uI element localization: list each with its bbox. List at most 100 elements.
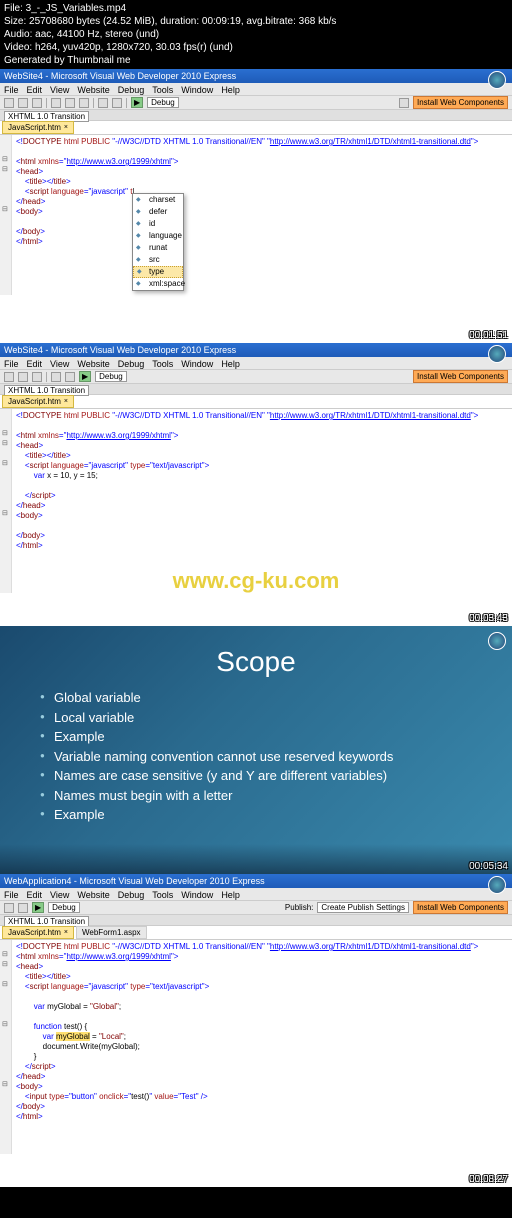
ide-toolbar: ▶ Debug Install Web Components <box>0 370 512 384</box>
menu-debug[interactable]: Debug <box>118 359 145 367</box>
doctype-bar: XHTML 1.0 Transition <box>0 915 512 926</box>
undo-icon[interactable] <box>98 98 108 108</box>
menu-help[interactable]: Help <box>221 85 240 93</box>
menu-debug[interactable]: Debug <box>118 85 145 93</box>
intellisense-item-selected[interactable]: type <box>133 266 183 278</box>
user-avatar-icon <box>488 345 506 363</box>
slide-bullet: Global variable <box>40 688 502 708</box>
save-icon[interactable] <box>18 903 28 913</box>
file-tab-active[interactable]: JavaScript.htm × <box>2 121 74 134</box>
intellisense-item[interactable]: xml:space <box>133 278 183 290</box>
menu-edit[interactable]: Edit <box>27 890 43 898</box>
menu-tools[interactable]: Tools <box>152 890 173 898</box>
run-button[interactable]: ▶ <box>131 97 143 108</box>
install-components-button[interactable]: Install Web Components <box>413 370 508 383</box>
file-tabs: JavaScript.htm × <box>0 395 512 409</box>
intellisense-popup[interactable]: charset defer id language runat src type… <box>132 193 184 291</box>
slide-title: Scope <box>10 646 502 678</box>
new-file-icon[interactable] <box>4 903 14 913</box>
paste-icon[interactable] <box>79 98 89 108</box>
file-tab-inactive[interactable]: WebForm1.aspx <box>76 926 147 939</box>
slide-bullet: Variable naming convention cannot use re… <box>40 747 502 767</box>
run-button[interactable]: ▶ <box>32 902 44 913</box>
ide-menubar: File Edit View Website Debug Tools Windo… <box>0 83 512 96</box>
config-dropdown[interactable]: Debug <box>95 371 127 382</box>
tab-close-icon[interactable]: × <box>64 124 68 131</box>
ide-thumbnail-1: WebSite4 - Microsoft Visual Web Develope… <box>0 69 512 343</box>
tab-close-icon[interactable]: × <box>64 929 68 936</box>
code-editor[interactable]: <!DOCTYPE html PUBLIC "-//W3C//DTD XHTML… <box>0 940 512 1154</box>
menu-edit[interactable]: Edit <box>27 85 43 93</box>
ide-title-text: WebApplication4 - Microsoft Visual Web D… <box>4 876 265 886</box>
menu-website[interactable]: Website <box>77 85 109 93</box>
ide-thumbnail-2: WebSite4 - Microsoft Visual Web Develope… <box>0 343 512 626</box>
menu-file[interactable]: File <box>4 85 19 93</box>
menu-view[interactable]: View <box>50 359 69 367</box>
cut-icon[interactable] <box>51 98 61 108</box>
meta-size: Size: 25708680 bytes (24.52 MiB), durati… <box>4 15 508 28</box>
menu-website[interactable]: Website <box>77 890 109 898</box>
menu-window[interactable]: Window <box>181 890 213 898</box>
code-content[interactable]: <!DOCTYPE html PUBLIC "-//W3C//DTD XHTML… <box>12 409 512 593</box>
ide-titlebar: WebApplication4 - Microsoft Visual Web D… <box>0 874 512 888</box>
ide-menubar: File Edit View Website Debug Tools Windo… <box>0 357 512 370</box>
open-icon[interactable] <box>18 372 28 382</box>
menu-tools[interactable]: Tools <box>152 359 173 367</box>
doctype-bar: XHTML 1.0 Transition <box>0 110 512 121</box>
tab-close-icon[interactable]: × <box>64 398 68 405</box>
slide-bullet: Example <box>40 805 502 825</box>
config-dropdown[interactable]: Debug <box>147 97 179 108</box>
run-button[interactable]: ▶ <box>79 371 91 382</box>
new-file-icon[interactable] <box>4 372 14 382</box>
slide-bullet-list: Global variable Local variable Example V… <box>10 688 502 825</box>
menu-view[interactable]: View <box>50 890 69 898</box>
cut-icon[interactable] <box>51 372 61 382</box>
menu-window[interactable]: Window <box>181 359 213 367</box>
menu-tools[interactable]: Tools <box>152 85 173 93</box>
install-components-button[interactable]: Install Web Components <box>413 901 508 914</box>
publish-settings-button[interactable]: Create Publish Settings <box>317 902 409 913</box>
redo-icon[interactable] <box>112 98 122 108</box>
tab-label: JavaScript.htm <box>8 123 61 132</box>
ide-titlebar: WebSite4 - Microsoft Visual Web Develope… <box>0 343 512 357</box>
timestamp-overlay: 00:05:34 <box>469 861 508 872</box>
ide-titlebar: WebSite4 - Microsoft Visual Web Develope… <box>0 69 512 83</box>
copy-icon[interactable] <box>65 372 75 382</box>
menu-website[interactable]: Website <box>77 359 109 367</box>
new-file-icon[interactable] <box>4 98 14 108</box>
intellisense-item[interactable]: src <box>133 254 183 266</box>
menu-file[interactable]: File <box>4 890 19 898</box>
code-content[interactable]: <!DOCTYPE html PUBLIC "-//W3C//DTD XHTML… <box>12 135 512 295</box>
component-icon[interactable] <box>399 98 409 108</box>
ide-toolbar: ▶ Debug Install Web Components <box>0 96 512 110</box>
intellisense-item[interactable]: runat <box>133 242 183 254</box>
code-gutter <box>0 135 12 295</box>
menu-view[interactable]: View <box>50 85 69 93</box>
copy-icon[interactable] <box>65 98 75 108</box>
intellisense-item[interactable]: language <box>133 230 183 242</box>
open-icon[interactable] <box>18 98 28 108</box>
install-components-button[interactable]: Install Web Components <box>413 96 508 109</box>
file-tab-active[interactable]: JavaScript.htm × <box>2 395 74 408</box>
save-icon[interactable] <box>32 372 42 382</box>
menu-help[interactable]: Help <box>221 359 240 367</box>
config-dropdown[interactable]: Debug <box>48 902 80 913</box>
code-editor[interactable]: <!DOCTYPE html PUBLIC "-//W3C//DTD XHTML… <box>0 409 512 593</box>
intellisense-item[interactable]: charset <box>133 194 183 206</box>
code-content[interactable]: <!DOCTYPE html PUBLIC "-//W3C//DTD XHTML… <box>12 940 512 1154</box>
menu-edit[interactable]: Edit <box>27 359 43 367</box>
timestamp-overlay: 00:01:51 <box>469 330 508 341</box>
intellisense-item[interactable]: defer <box>133 206 183 218</box>
code-editor[interactable]: <!DOCTYPE html PUBLIC "-//W3C//DTD XHTML… <box>0 135 512 295</box>
doctype-bar: XHTML 1.0 Transition <box>0 384 512 395</box>
slide-bullet: Example <box>40 727 502 747</box>
save-icon[interactable] <box>32 98 42 108</box>
highlighted-variable: myGlobal <box>56 1032 90 1041</box>
menu-file[interactable]: File <box>4 359 19 367</box>
menu-help[interactable]: Help <box>221 890 240 898</box>
menu-debug[interactable]: Debug <box>118 890 145 898</box>
tab-label: JavaScript.htm <box>8 397 61 406</box>
menu-window[interactable]: Window <box>181 85 213 93</box>
file-tab-active[interactable]: JavaScript.htm × <box>2 926 74 939</box>
intellisense-item[interactable]: id <box>133 218 183 230</box>
